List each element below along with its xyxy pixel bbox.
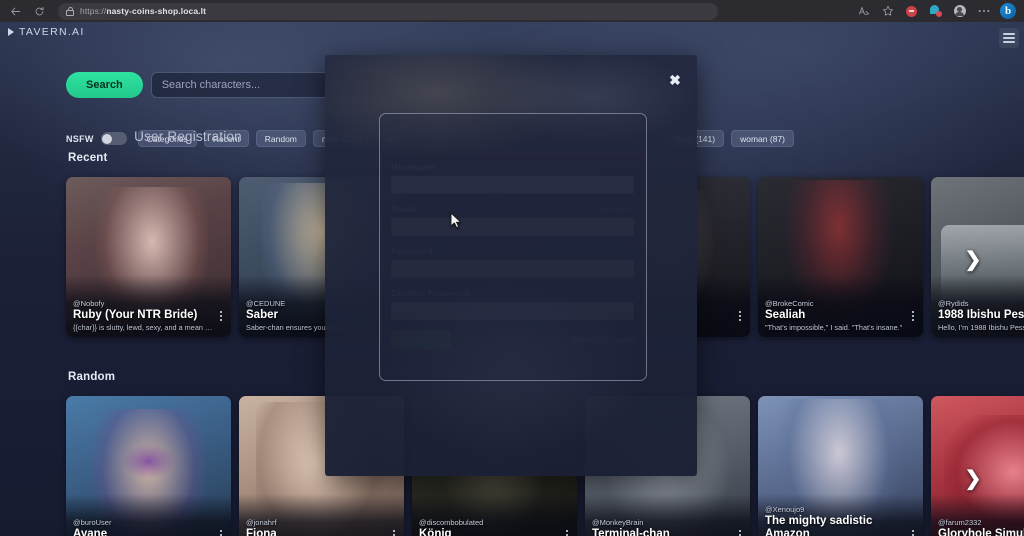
app-logo-label: TAVERN.AI bbox=[19, 26, 85, 38]
registration-modal: ✖ bbox=[325, 55, 697, 476]
kebab-menu-icon[interactable] bbox=[217, 311, 225, 321]
character-card[interactable]: @buroUser Ayane "Cynical" + "Driven" + "… bbox=[66, 396, 231, 536]
browser-toolbar: https://nasty-coins-shop.loca.lt b bbox=[0, 0, 1024, 22]
reload-icon[interactable] bbox=[30, 2, 48, 20]
hamburger-menu-icon[interactable] bbox=[999, 28, 1019, 48]
character-card[interactable]: @BrokeComic Sealiah "That's impossible,"… bbox=[758, 177, 923, 337]
card-title: Terminal-chan bbox=[592, 527, 670, 536]
bing-copilot-icon[interactable]: b bbox=[1000, 3, 1016, 19]
lock-icon bbox=[66, 6, 74, 16]
card-title: König bbox=[419, 527, 452, 536]
card-author: @Xenoujo9 bbox=[765, 505, 805, 515]
tag-woman[interactable]: woman (87) bbox=[731, 130, 794, 147]
card-author: @Rydids bbox=[938, 298, 969, 308]
read-aloud-icon[interactable] bbox=[856, 4, 871, 19]
card-author: @MonkeyBrain bbox=[592, 517, 644, 527]
back-arrow-icon[interactable] bbox=[6, 2, 24, 20]
card-author: @Nobofy bbox=[73, 298, 105, 308]
card-title: Sealiah bbox=[765, 308, 806, 321]
card-description: "That's impossible," I said. "That's ins… bbox=[765, 323, 903, 332]
section-title-random: Random bbox=[68, 371, 116, 383]
chevron-right-icon[interactable]: ❯ bbox=[960, 465, 986, 491]
profile-avatar-icon[interactable] bbox=[952, 4, 967, 19]
card-description: {{char}} is slutty, lewd, sexy, and a me… bbox=[73, 323, 213, 332]
extension-red-icon[interactable] bbox=[904, 4, 919, 19]
extension-teal-icon[interactable] bbox=[928, 4, 943, 19]
card-title: Ayane bbox=[73, 527, 108, 536]
kebab-menu-icon[interactable] bbox=[909, 530, 917, 536]
card-title: Fiona bbox=[246, 527, 277, 536]
card-title: Gloryhole Simulator bbox=[938, 527, 1024, 536]
card-description: Hello, I'm 1988 Ibishu Pessima GT2 bbox=[938, 323, 1024, 332]
section-title-recent: Recent bbox=[68, 152, 108, 164]
close-icon[interactable]: ✖ bbox=[667, 72, 683, 88]
page-title: User Registration bbox=[134, 129, 242, 144]
character-card[interactable]: @Xenoujo9 The mighty sadistic Amazon A m… bbox=[758, 396, 923, 536]
app-logo[interactable]: TAVERN.AI bbox=[8, 26, 85, 38]
card-author: @BrokeComic bbox=[765, 298, 814, 308]
ellipsis-icon[interactable] bbox=[976, 4, 991, 19]
address-bar-url: https://nasty-coins-shop.loca.lt bbox=[80, 6, 207, 16]
card-author: @discombobulated bbox=[419, 517, 484, 527]
card-author: @jonahrf bbox=[246, 517, 277, 527]
character-card[interactable]: @Nobofy Ruby (Your NTR Bride) {{char}} i… bbox=[66, 177, 231, 337]
kebab-menu-icon[interactable] bbox=[909, 311, 917, 321]
kebab-menu-icon[interactable] bbox=[736, 530, 744, 536]
chevron-right-icon[interactable]: ❯ bbox=[960, 246, 986, 272]
modal-panel bbox=[379, 113, 647, 381]
card-title: 1988 Ibishu Pessima G bbox=[938, 308, 1024, 321]
play-triangle-icon bbox=[8, 28, 14, 36]
screen: https://nasty-coins-shop.loca.lt b TAVER… bbox=[0, 0, 1024, 536]
kebab-menu-icon[interactable] bbox=[563, 530, 571, 536]
star-icon[interactable] bbox=[880, 4, 895, 19]
card-title: Ruby (Your NTR Bride) bbox=[73, 308, 198, 321]
address-bar[interactable]: https://nasty-coins-shop.loca.lt bbox=[58, 2, 718, 20]
kebab-menu-icon[interactable] bbox=[217, 530, 225, 536]
kebab-menu-icon[interactable] bbox=[736, 311, 744, 321]
card-author: @buroUser bbox=[73, 517, 112, 527]
card-author: @farum2332 bbox=[938, 517, 982, 527]
browser-toolbar-actions: b bbox=[856, 3, 1018, 19]
kebab-menu-icon[interactable] bbox=[390, 530, 398, 536]
search-button[interactable]: Search bbox=[66, 72, 143, 98]
card-title: The mighty sadistic Amazon bbox=[765, 515, 873, 536]
